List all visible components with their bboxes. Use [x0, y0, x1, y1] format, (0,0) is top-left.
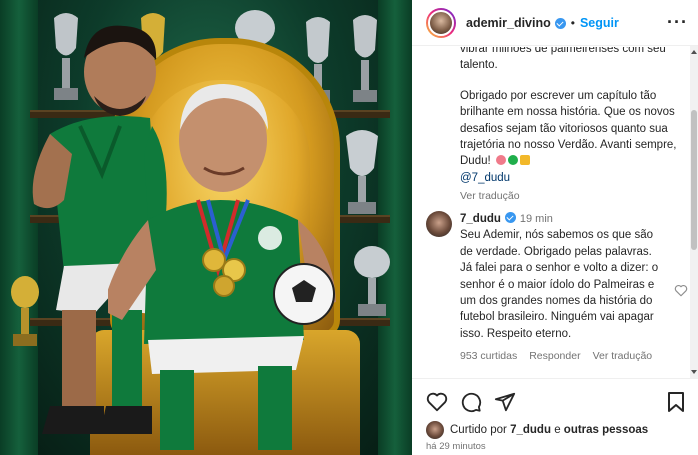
- commenter-username[interactable]: 7_dudu: [460, 213, 501, 225]
- see-translation-link[interactable]: Ver tradução: [593, 348, 653, 364]
- scroll-up-arrow-icon[interactable]: [691, 50, 697, 54]
- comment-bubble-icon[interactable]: [460, 391, 482, 413]
- author-avatar[interactable]: [426, 7, 456, 38]
- more-horizontal-icon[interactable]: ···: [667, 12, 688, 33]
- comment-time[interactable]: 19 min: [520, 213, 553, 225]
- action-icons-row: [426, 391, 516, 413]
- pig-emoji-icon: [495, 155, 506, 166]
- separator: •: [570, 15, 575, 30]
- player-right-figure: [108, 84, 336, 450]
- commenter-avatar[interactable]: [426, 211, 452, 237]
- caption-mention[interactable]: @7_dudu: [460, 170, 685, 186]
- scrollbar-thumb[interactable]: [691, 110, 697, 250]
- liked-by-others[interactable]: outras pessoas: [564, 424, 648, 436]
- liked-by-user[interactable]: 7_dudu: [510, 424, 551, 436]
- verified-icon: [504, 212, 516, 223]
- comments-scroll-area[interactable]: vibrar milhões de palmeirenses com seu t…: [412, 47, 698, 377]
- crown-icon: [519, 155, 530, 166]
- liked-by-joiner: e: [554, 424, 561, 436]
- follow-button[interactable]: Seguir: [580, 16, 619, 30]
- share-send-icon[interactable]: [494, 391, 516, 413]
- caption-paragraph: Obrigado por escrever um capítulo tão br…: [460, 89, 677, 168]
- like-comment-heart-icon[interactable]: [674, 284, 688, 297]
- post-time[interactable]: há 29 minutos: [426, 441, 486, 452]
- verified-icon: [554, 18, 566, 29]
- post-header: ademir_divino • Seguir ···: [412, 0, 698, 46]
- bookmark-icon[interactable]: [666, 391, 686, 413]
- post-image[interactable]: [0, 0, 412, 455]
- see-translation-link[interactable]: Ver tradução: [460, 188, 685, 204]
- post-caption: vibrar milhões de palmeirenses com seu t…: [460, 47, 685, 205]
- liked-by: Curtido por 7_dudu e outras pessoas: [426, 421, 648, 439]
- post-panel: ademir_divino • Seguir ··· vibrar milhõe…: [412, 0, 698, 455]
- caption-top-line: vibrar milhões de palmeirenses com seu t…: [460, 47, 666, 72]
- comment-text: Seu Ademir, nós sabemos os que são de ve…: [460, 229, 659, 340]
- liked-by-prefix: Curtido por: [450, 424, 507, 436]
- comment-body: 7_dudu 19 min Seu Ademir, nós sabemos os …: [460, 211, 665, 365]
- liked-by-avatar[interactable]: [426, 421, 444, 439]
- like-heart-icon[interactable]: [426, 391, 448, 413]
- scroll-down-arrow-icon[interactable]: [691, 370, 697, 374]
- author-username[interactable]: ademir_divino: [466, 16, 551, 30]
- post-actions: Curtido por 7_dudu e outras pessoas há 2…: [412, 378, 698, 455]
- green-heart-icon: [507, 155, 518, 166]
- reply-button[interactable]: Responder: [529, 348, 580, 364]
- comment-likes[interactable]: 953 curtidas: [460, 348, 517, 364]
- comment-meta: 953 curtidas Responder Ver tradução: [460, 348, 665, 364]
